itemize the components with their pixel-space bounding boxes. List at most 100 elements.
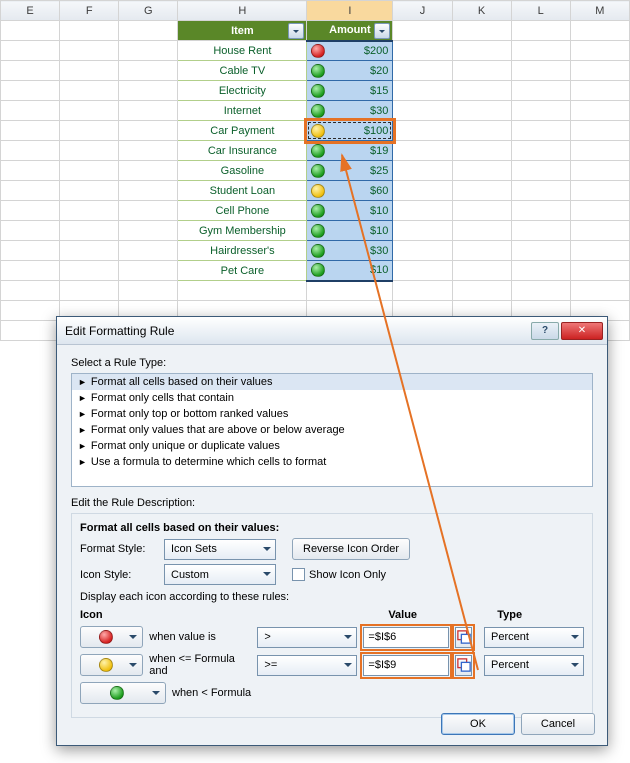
item-cell[interactable]: Car Payment [178, 121, 307, 141]
amount-cell[interactable]: $15 [307, 81, 393, 101]
empty-cell[interactable] [119, 201, 178, 221]
item-cell[interactable]: Hairdresser's [178, 241, 307, 261]
item-cell[interactable]: Cable TV [178, 61, 307, 81]
ok-button[interactable]: OK [441, 713, 515, 735]
empty-cell[interactable] [452, 81, 511, 101]
icon-style-combo[interactable]: Custom [164, 564, 276, 585]
item-cell[interactable]: Internet [178, 101, 307, 121]
empty-cell[interactable] [511, 281, 570, 301]
empty-cell[interactable] [393, 21, 452, 41]
empty-cell[interactable] [119, 81, 178, 101]
icon-selector[interactable] [80, 626, 143, 648]
empty-cell[interactable] [119, 21, 178, 41]
empty-cell[interactable] [178, 281, 307, 301]
column-header-J[interactable]: J [393, 1, 452, 21]
empty-cell[interactable] [570, 161, 629, 181]
empty-cell[interactable] [1, 141, 60, 161]
empty-cell[interactable] [511, 221, 570, 241]
rule-type-list[interactable]: ►Format all cells based on their values►… [71, 373, 593, 487]
item-cell[interactable]: Gym Membership [178, 221, 307, 241]
empty-cell[interactable] [1, 221, 60, 241]
range-selector-button[interactable] [455, 655, 472, 676]
empty-cell[interactable] [511, 101, 570, 121]
empty-cell[interactable] [393, 81, 452, 101]
amount-cell[interactable]: $60 [307, 181, 393, 201]
amount-cell[interactable]: $30 [307, 241, 393, 261]
empty-cell[interactable] [119, 221, 178, 241]
empty-cell[interactable] [1, 41, 60, 61]
filter-dropdown-icon[interactable] [288, 23, 304, 39]
format-style-combo[interactable]: Icon Sets [164, 539, 276, 560]
empty-cell[interactable] [119, 261, 178, 281]
empty-cell[interactable] [452, 241, 511, 261]
reverse-icon-order-button[interactable]: Reverse Icon Order [292, 538, 410, 560]
icon-selector[interactable] [80, 654, 143, 676]
empty-cell[interactable] [60, 261, 119, 281]
filter-dropdown-icon[interactable] [374, 23, 390, 39]
empty-cell[interactable] [452, 281, 511, 301]
empty-cell[interactable] [1, 281, 60, 301]
empty-cell[interactable] [119, 101, 178, 121]
empty-cell[interactable] [452, 201, 511, 221]
empty-cell[interactable] [60, 281, 119, 301]
rule-type-option[interactable]: ►Use a formula to determine which cells … [72, 454, 592, 470]
column-header-H[interactable]: H [178, 1, 307, 21]
help-button[interactable]: ? [531, 322, 559, 340]
empty-cell[interactable] [1, 61, 60, 81]
operator-combo[interactable]: > [257, 627, 357, 648]
empty-cell[interactable] [570, 241, 629, 261]
empty-cell[interactable] [60, 141, 119, 161]
empty-cell[interactable] [60, 201, 119, 221]
amount-cell[interactable]: $10 [307, 221, 393, 241]
item-cell[interactable]: Car Insurance [178, 141, 307, 161]
empty-cell[interactable] [452, 141, 511, 161]
type-combo[interactable]: Percent [484, 655, 584, 676]
empty-cell[interactable] [452, 161, 511, 181]
empty-cell[interactable] [393, 41, 452, 61]
amount-cell[interactable]: $25 [307, 161, 393, 181]
amount-cell[interactable]: $20 [307, 61, 393, 81]
column-header-G[interactable]: G [119, 1, 178, 21]
empty-cell[interactable] [1, 21, 60, 41]
amount-cell[interactable]: $200 [307, 41, 393, 61]
empty-cell[interactable] [452, 121, 511, 141]
empty-cell[interactable] [511, 161, 570, 181]
empty-cell[interactable] [452, 221, 511, 241]
empty-cell[interactable] [393, 121, 452, 141]
column-header-F[interactable]: F [60, 1, 119, 21]
empty-cell[interactable] [1, 161, 60, 181]
rule-type-option[interactable]: ►Format only cells that contain [72, 390, 592, 406]
item-cell[interactable]: Pet Care [178, 261, 307, 281]
empty-cell[interactable] [60, 21, 119, 41]
empty-cell[interactable] [393, 281, 452, 301]
empty-cell[interactable] [119, 61, 178, 81]
icon-selector[interactable] [80, 682, 166, 704]
column-header-L[interactable]: L [511, 1, 570, 21]
empty-cell[interactable] [119, 121, 178, 141]
empty-cell[interactable] [511, 141, 570, 161]
empty-cell[interactable] [511, 21, 570, 41]
empty-cell[interactable] [452, 101, 511, 121]
empty-cell[interactable] [393, 141, 452, 161]
empty-cell[interactable] [60, 61, 119, 81]
amount-cell[interactable]: $10 [307, 261, 393, 281]
rule-type-option[interactable]: ►Format only unique or duplicate values [72, 438, 592, 454]
range-selector-button[interactable] [455, 627, 472, 648]
amount-cell[interactable]: $30 [307, 101, 393, 121]
empty-cell[interactable] [393, 221, 452, 241]
show-icon-only-checkbox[interactable]: Show Icon Only [292, 568, 386, 581]
empty-cell[interactable] [60, 241, 119, 261]
empty-cell[interactable] [511, 121, 570, 141]
empty-cell[interactable] [570, 41, 629, 61]
empty-cell[interactable] [119, 161, 178, 181]
empty-cell[interactable] [60, 41, 119, 61]
empty-cell[interactable] [60, 121, 119, 141]
item-cell[interactable]: Cell Phone [178, 201, 307, 221]
empty-cell[interactable] [1, 181, 60, 201]
empty-cell[interactable] [452, 181, 511, 201]
empty-cell[interactable] [570, 61, 629, 81]
empty-cell[interactable] [1, 121, 60, 141]
column-header-M[interactable]: M [570, 1, 629, 21]
item-cell[interactable]: Gasoline [178, 161, 307, 181]
empty-cell[interactable] [570, 281, 629, 301]
